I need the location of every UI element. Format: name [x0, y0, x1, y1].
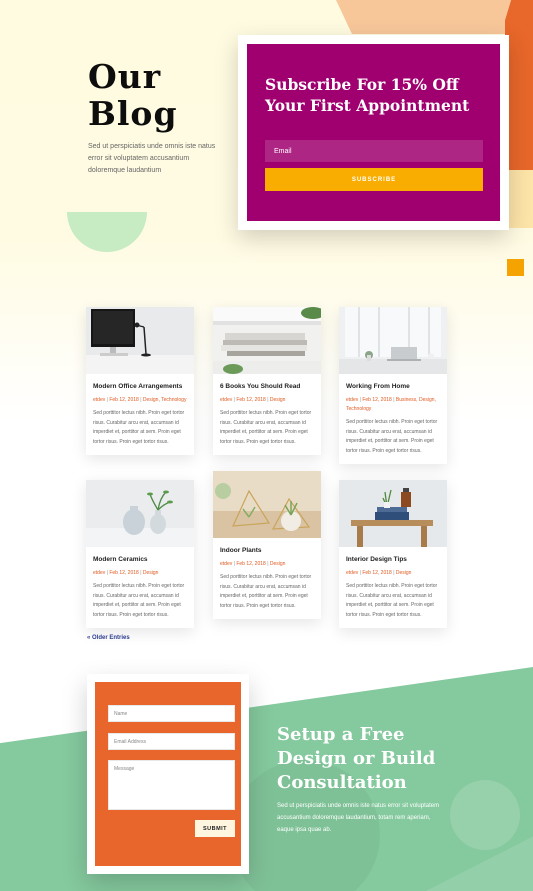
- email-field[interactable]: Email Address: [108, 733, 235, 750]
- decorative-peach-shape: [336, 0, 533, 34]
- subscribe-card: Subscribe For 15% Off Your First Appoint…: [238, 35, 509, 230]
- post-author[interactable]: etdev: [346, 570, 358, 576]
- post-categories[interactable]: Design: [270, 561, 286, 567]
- subscribe-email-input[interactable]: Email: [265, 140, 483, 162]
- contact-form: Name Email Address Message SUBMIT: [95, 682, 241, 866]
- post-title[interactable]: Modern Office Arrangements: [93, 383, 187, 390]
- post-categories[interactable]: Design, Technology: [143, 397, 187, 403]
- blog-post-card[interactable]: Modern Ceramics etdev | Feb 12, 2018 | D…: [86, 480, 194, 628]
- consultation-description: Sed ut perspiciatis unde omnis iste natu…: [277, 803, 440, 833]
- post-meta: etdev | Feb 12, 2018 | Design: [220, 561, 286, 567]
- post-excerpt: Sed porttitor lectus nibh. Proin eget to…: [220, 410, 312, 445]
- decorative-yellow-square: [507, 259, 524, 276]
- subscribe-title: Subscribe For 15% Off Your First Appoint…: [265, 75, 470, 115]
- post-date: Feb 12, 2018: [362, 397, 392, 403]
- post-categories[interactable]: Design: [270, 397, 286, 403]
- post-meta: etdev | Feb 12, 2018 | Design: [346, 570, 412, 576]
- page-title: Our Blog: [88, 57, 178, 133]
- post-date: Feb 12, 2018: [362, 570, 392, 576]
- post-title[interactable]: 6 Books You Should Read: [220, 383, 314, 390]
- subscribe-button[interactable]: SUBSCRIBE: [265, 168, 483, 191]
- post-meta: etdev | Feb 12, 2018 | Design: [93, 570, 159, 576]
- post-title[interactable]: Modern Ceramics: [93, 556, 187, 563]
- blog-post-card[interactable]: 6 Books You Should Read etdev | Feb 12, …: [213, 307, 321, 455]
- post-excerpt: Sed porttitor lectus nibh. Proin eget to…: [346, 419, 438, 454]
- decorative-green-semicircle: [67, 212, 147, 252]
- post-title[interactable]: Interior Design Tips: [346, 556, 440, 563]
- post-meta: etdev | Feb 12, 2018 | Design: [220, 397, 286, 403]
- post-title[interactable]: Working From Home: [346, 383, 440, 390]
- post-excerpt: Sed porttitor lectus nibh. Proin eget to…: [93, 410, 185, 445]
- post-image[interactable]: [86, 307, 194, 374]
- post-date: Feb 12, 2018: [109, 570, 139, 576]
- post-title[interactable]: Indoor Plants: [220, 547, 314, 554]
- post-author[interactable]: etdev: [220, 397, 232, 403]
- post-image[interactable]: [213, 307, 321, 374]
- message-field[interactable]: Message: [108, 760, 235, 810]
- blog-post-card[interactable]: Indoor Plants etdev | Feb 12, 2018 | Des…: [213, 471, 321, 619]
- blog-post-card[interactable]: Interior Design Tips etdev | Feb 12, 201…: [339, 480, 447, 628]
- contact-form-card: Name Email Address Message SUBMIT: [87, 674, 249, 874]
- post-excerpt: Sed porttitor lectus nibh. Proin eget to…: [93, 583, 185, 618]
- post-categories[interactable]: Design: [396, 570, 412, 576]
- post-image[interactable]: [339, 307, 447, 374]
- decorative-cream-bar: [505, 170, 533, 228]
- blog-post-card[interactable]: Working From Home etdev | Feb 12, 2018 |…: [339, 307, 447, 464]
- post-author[interactable]: etdev: [220, 561, 232, 567]
- hero-description: Sed ut perspiciatis unde omnis iste natu…: [88, 143, 216, 174]
- post-meta: etdev | Feb 12, 2018 | Design, Technolog…: [93, 397, 187, 403]
- decorative-orange-bar: [505, 0, 533, 170]
- post-date: Feb 12, 2018: [236, 397, 266, 403]
- post-excerpt: Sed porttitor lectus nibh. Proin eget to…: [220, 574, 312, 609]
- post-date: Feb 12, 2018: [236, 561, 266, 567]
- post-categories[interactable]: Design: [143, 570, 159, 576]
- post-author[interactable]: etdev: [93, 397, 105, 403]
- page: Our Blog Sed ut perspiciatis unde omnis …: [0, 0, 533, 891]
- post-image[interactable]: [339, 480, 447, 547]
- subscribe-panel: Subscribe For 15% Off Your First Appoint…: [247, 44, 500, 221]
- older-entries-link[interactable]: « Older Entries: [87, 635, 130, 641]
- post-excerpt: Sed porttitor lectus nibh. Proin eget to…: [346, 583, 438, 618]
- consultation-title: Setup a Free Design or Build Consultatio…: [277, 724, 436, 793]
- post-meta: etdev | Feb 12, 2018 | Business, Design,…: [346, 397, 436, 412]
- blog-post-card[interactable]: Modern Office Arrangements etdev | Feb 1…: [86, 307, 194, 455]
- post-image[interactable]: [213, 471, 321, 538]
- post-author[interactable]: etdev: [93, 570, 105, 576]
- post-date: Feb 12, 2018: [109, 397, 139, 403]
- post-image[interactable]: [86, 480, 194, 547]
- post-author[interactable]: etdev: [346, 397, 358, 403]
- submit-button[interactable]: SUBMIT: [195, 820, 235, 837]
- name-field[interactable]: Name: [108, 705, 235, 722]
